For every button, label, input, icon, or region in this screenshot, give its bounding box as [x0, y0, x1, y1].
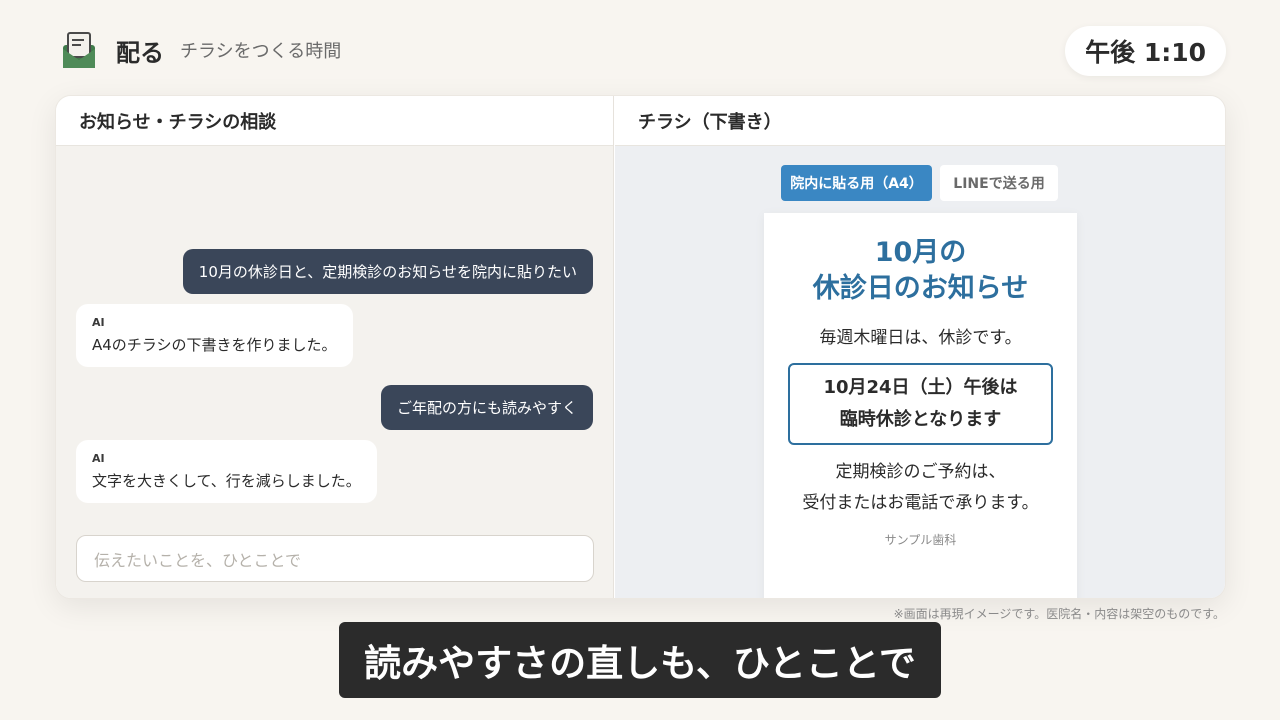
app-title: 配る — [116, 38, 164, 67]
flyer-title: 10月の 休診日のお知らせ — [764, 235, 1077, 307]
chat-input-placeholder: 伝えたいことを、ひとことで — [94, 550, 302, 570]
app-subtitle: チラシをつくる時間 — [180, 41, 342, 62]
caption: 読みやすさの直しも、ひとことで — [339, 622, 941, 698]
flyer-clinic-name: サンプル歯科 — [884, 533, 957, 547]
flyer-title-line: 10月の — [874, 237, 967, 268]
chat-message-ai: AI A4のチラシの下書きを作りました。 — [76, 304, 353, 368]
flyer-title-line: 休診日のお知らせ — [812, 273, 1029, 304]
message-text: ご年配の方にも読みやすく — [396, 398, 577, 417]
flyer-checkup-text: 定期検診のご予約は、 — [835, 462, 1006, 482]
disclaimer: ※画面は再現イメージです。医院名・内容は架空のものです。 — [893, 607, 1225, 621]
chat-message-user: 10月の休診日と、定期検診のお知らせを院内に貼りたい — [182, 249, 593, 294]
message-text: 10月の休診日と、定期検診のお知らせを院内に貼りたい — [198, 262, 577, 281]
flyer-preview: 10月の 休診日のお知らせ 毎週木曜日は、休診です。 10月24日（土）午後は … — [764, 213, 1077, 598]
app-header: 配る チラシをつくる時間 — [62, 30, 341, 70]
tab-line-share[interactable]: LINEで送る用 — [940, 165, 1058, 201]
flyer-notice-line: 10月24日（土）午後は — [823, 377, 1018, 398]
message-text: 文字を大きくして、行を減らしました。 — [92, 472, 361, 491]
flyer-notice-line: 臨時休診となります — [839, 409, 1002, 430]
chat-message-user: ご年配の方にも読みやすく — [380, 385, 593, 430]
ai-tag: AI — [92, 452, 105, 465]
chat-message-ai: AI 文字を大きくして、行を減らしました。 — [76, 440, 377, 504]
chat-input[interactable]: 伝えたいことを、ひとことで — [76, 535, 594, 582]
message-text: A4のチラシの下書きを作りました。 — [92, 336, 337, 355]
flyer-panel: チラシ（下書き） 院内に貼る用（A4） LINEで送る用 10月の 休診日のお知… — [615, 96, 1225, 598]
chat-panel-title: お知らせ・チラシの相談 — [56, 96, 613, 146]
ai-tag: AI — [92, 316, 105, 329]
tab-a4-poster[interactable]: 院内に貼る用（A4） — [781, 165, 932, 201]
envelope-icon — [63, 32, 95, 68]
flyer-checkup-text: 受付またはお電話で承ります。 — [802, 493, 1039, 513]
flyer-weekly-text: 毎週木曜日は、休診です。 — [819, 328, 1022, 348]
chat-panel: お知らせ・チラシの相談 10月の休診日と、定期検診のお知らせを院内に貼りたい A… — [56, 96, 614, 598]
clock: 午後 1:10 — [1065, 26, 1226, 76]
main-card: お知らせ・チラシの相談 10月の休診日と、定期検診のお知らせを院内に貼りたい A… — [55, 95, 1226, 599]
flyer-notice-box: 10月24日（土）午後は 臨時休診となります — [788, 363, 1053, 445]
flyer-panel-title: チラシ（下書き） — [615, 96, 1225, 146]
